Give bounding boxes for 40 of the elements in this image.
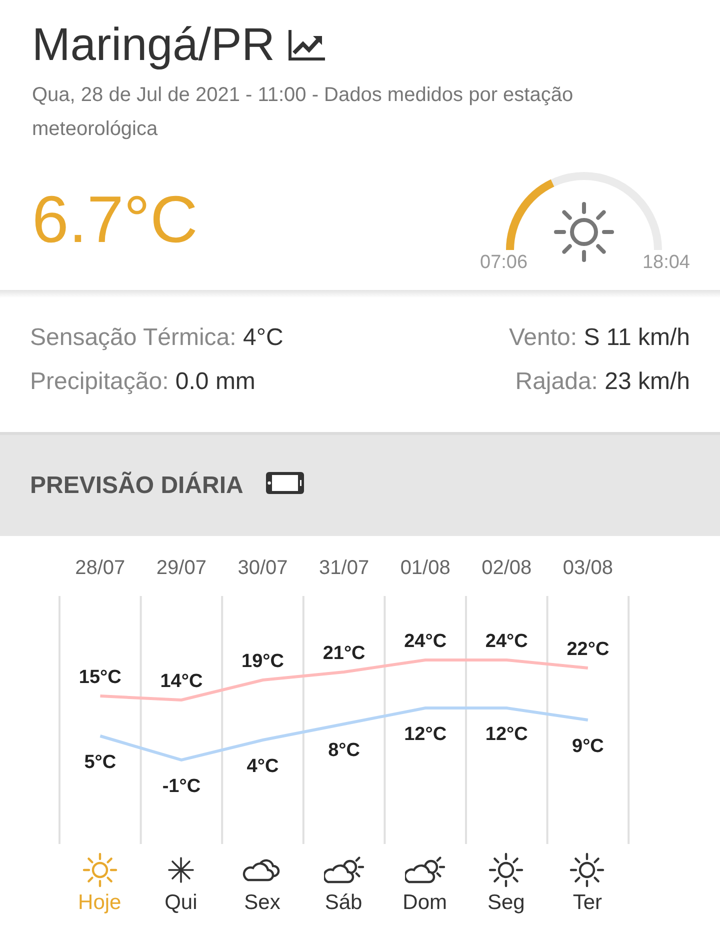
section-title: PREVISÃO DIÁRIA bbox=[30, 472, 244, 500]
day-tab[interactable]: Sáb bbox=[302, 852, 384, 916]
day-tab[interactable]: Qui bbox=[140, 852, 222, 916]
date-label: 01/08 bbox=[400, 557, 450, 579]
date-label: 31/07 bbox=[319, 557, 370, 579]
date-label: 02/08 bbox=[482, 557, 532, 579]
landscape-phone-icon[interactable] bbox=[265, 470, 306, 496]
weather-detail: Sensação Térmica: 4°C bbox=[30, 323, 284, 353]
day-tab[interactable]: Dom bbox=[384, 852, 466, 916]
temperature-label: 19°C bbox=[242, 651, 284, 672]
date-label: 03/08 bbox=[562, 557, 613, 579]
date-label: 30/07 bbox=[238, 557, 288, 579]
temperature-label: 24°C bbox=[404, 631, 447, 652]
date-label: 29/07 bbox=[156, 557, 206, 579]
temperature-label: 14°C bbox=[160, 671, 203, 692]
temperature-label: 9°C bbox=[572, 736, 604, 757]
temperature-label: 15°C bbox=[78, 667, 122, 688]
current-temperature: 6.7°C bbox=[32, 181, 198, 258]
day-tab[interactable]: Seg bbox=[465, 852, 547, 916]
temperature-label: 4°C bbox=[246, 756, 279, 777]
temperature-label: 12°C bbox=[485, 724, 528, 745]
temperature-label: -1°C bbox=[162, 776, 201, 797]
temperature-label: 22°C bbox=[566, 639, 610, 660]
station-info: Qua, 28 de Jul de 2021 - 11:00 - Dados medidos por estação meteorológica bbox=[32, 83, 574, 142]
trend-chart-icon[interactable] bbox=[286, 28, 327, 62]
sunrise-time: 07:06 bbox=[480, 252, 528, 274]
temperature-label: 12°C bbox=[404, 724, 447, 745]
date-label: 28/07 bbox=[75, 557, 126, 579]
sun-icon bbox=[554, 202, 614, 262]
temperature-label: 5°C bbox=[84, 752, 116, 773]
city-title: Maringá/PR bbox=[32, 17, 275, 72]
weather-detail: Precipitação: 0.0 mm bbox=[30, 367, 256, 397]
day-tab[interactable]: Ter bbox=[546, 852, 628, 916]
temperature-label: 24°C bbox=[485, 631, 528, 652]
weather-detail: Rajada: 23 km/h bbox=[514, 367, 690, 397]
temperature-label: 8°C bbox=[328, 740, 360, 761]
day-tab[interactable]: Sex bbox=[222, 852, 303, 916]
temperature-label: 21°C bbox=[322, 643, 366, 664]
sunset-time: 18:04 bbox=[642, 252, 690, 274]
weather-detail: Vento: S 11 km/h bbox=[508, 323, 690, 353]
